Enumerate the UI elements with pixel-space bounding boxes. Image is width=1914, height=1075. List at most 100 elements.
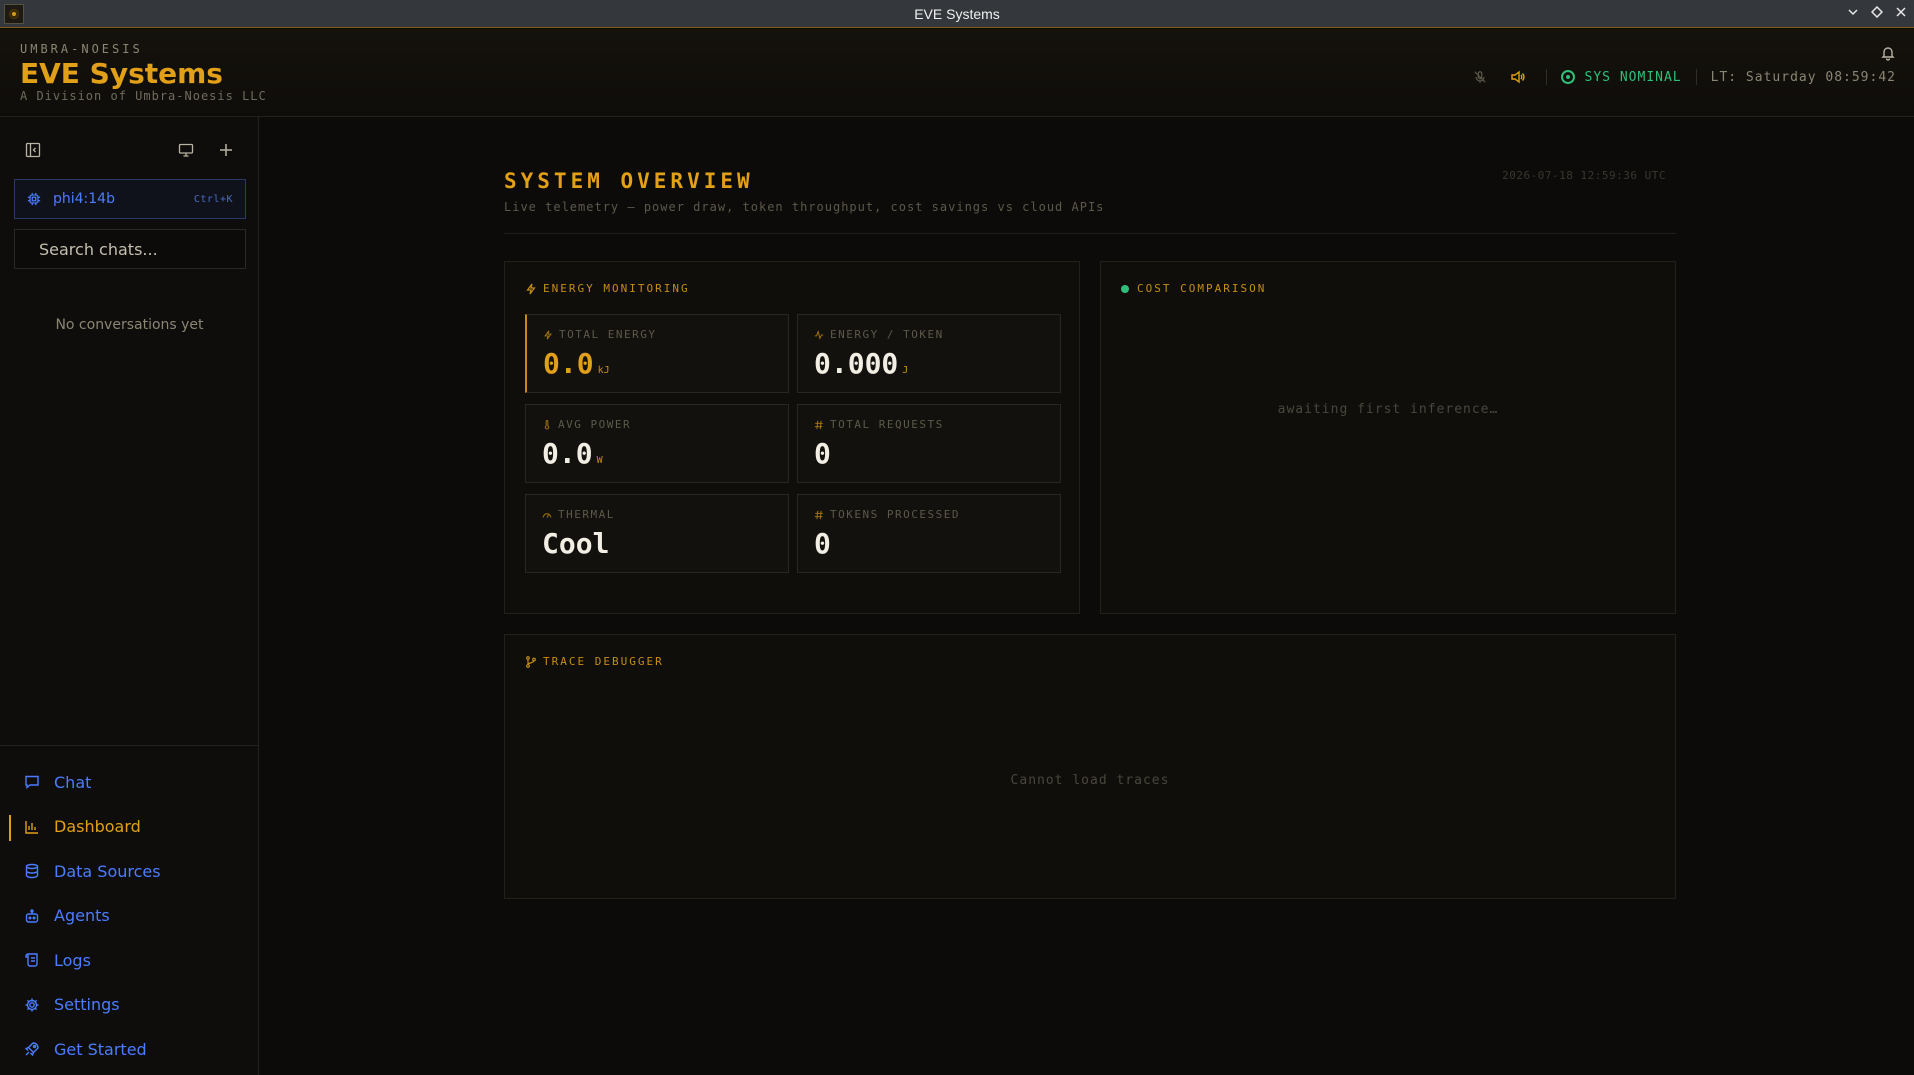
- metric-unit: kJ: [597, 365, 610, 376]
- energy-monitoring-panel: ENERGY MONITORING TOTAL ENERGY 0.0 kJ ENE…: [504, 261, 1080, 614]
- sidebar-item-label: Settings: [54, 995, 120, 1015]
- sidebar-item-label: Logs: [54, 950, 91, 970]
- scroll-icon: [24, 952, 40, 968]
- sidebar-item-label: Chat: [54, 772, 92, 792]
- metric-label-text: AVG POWER: [558, 418, 632, 431]
- metric-label: AVG POWER: [542, 418, 631, 431]
- page-subtitle: Live telemetry — power draw, token throu…: [504, 200, 1105, 214]
- metric-label-text: THERMAL: [558, 508, 615, 521]
- metric-value-text: 0: [814, 527, 831, 560]
- chip-icon: [27, 191, 43, 207]
- metric-value-text: Cool: [542, 527, 610, 560]
- lightning-icon: [543, 330, 553, 340]
- new-chat-icon[interactable]: [211, 135, 241, 165]
- metric-label: TOTAL REQUESTS: [814, 418, 944, 431]
- maximize-icon[interactable]: [1870, 5, 1884, 22]
- metric-avg-power: AVG POWER 0.0 W: [525, 404, 789, 483]
- metric-value-text: 0.0: [542, 437, 593, 470]
- sidebar: phi4:14b Ctrl+K No conversations yet Cha…: [0, 117, 259, 1075]
- metric-label-text: TOKENS PROCESSED: [830, 508, 960, 521]
- git-branch-icon: [525, 655, 537, 668]
- metric-unit: W: [596, 455, 603, 466]
- metric-value: Cool: [542, 527, 609, 560]
- window-controls: [1846, 0, 1908, 28]
- panel-title-text: COST COMPARISON: [1137, 282, 1267, 295]
- metric-label: TOTAL ENERGY: [543, 328, 656, 341]
- metric-value: 0: [814, 437, 835, 470]
- metric-value: 0.0 kJ: [543, 347, 610, 380]
- sidebar-item-agents[interactable]: Agents: [0, 894, 259, 939]
- metric-unit: J: [902, 365, 909, 376]
- sidebar-item-label: Data Sources: [54, 861, 161, 881]
- metric-label-text: TOTAL ENERGY: [559, 328, 657, 341]
- robot-icon: [24, 908, 40, 924]
- panel-title-text: TRACE DEBUGGER: [543, 655, 664, 668]
- metric-energy-per-token: ENERGY / TOKEN 0.000 J: [797, 314, 1061, 393]
- metric-thermal: THERMAL Cool: [525, 494, 789, 573]
- panel-title: COST COMPARISON: [1121, 282, 1266, 295]
- sidebar-item-chat[interactable]: Chat: [0, 760, 259, 805]
- brand-title: EVE Systems: [20, 57, 223, 90]
- brand-kicker: UMBRA-NOESIS: [20, 42, 143, 56]
- metric-label: ENERGY / TOKEN: [814, 328, 944, 341]
- brand-subtitle: A Division of Umbra-Noesis LLC: [20, 89, 267, 103]
- status-dot-icon: [1121, 284, 1129, 293]
- model-shortcut: Ctrl+K: [193, 193, 233, 205]
- page-title: SYSTEM OVERVIEW: [504, 169, 754, 193]
- panel-title: ENERGY MONITORING: [525, 282, 690, 295]
- search-input[interactable]: [14, 229, 246, 269]
- metric-value: 0.000 J: [814, 347, 908, 380]
- sidebar-item-data-sources[interactable]: Data Sources: [0, 849, 259, 894]
- hash-icon: [814, 510, 824, 520]
- minimize-icon[interactable]: [1846, 6, 1860, 22]
- metric-label-text: TOTAL REQUESTS: [830, 418, 944, 431]
- metric-value-text: 0.0: [543, 347, 594, 380]
- header-status-bar: SYS NOMINAL LT: Saturday 08:59:42: [1466, 63, 1896, 91]
- gauge-icon: [542, 510, 552, 520]
- model-selector[interactable]: phi4:14b Ctrl+K: [14, 179, 246, 219]
- divider: [504, 233, 1676, 234]
- empty-conversations-text: No conversations yet: [55, 317, 204, 333]
- panel-title: TRACE DEBUGGER: [525, 655, 664, 668]
- metric-label: THERMAL: [542, 508, 615, 521]
- lightning-icon: [525, 283, 537, 295]
- main-content: SYSTEM OVERVIEW Live telemetry — power d…: [260, 117, 1914, 1075]
- bar-chart-icon: [24, 819, 40, 835]
- thermometer-icon: [542, 419, 552, 430]
- close-icon[interactable]: [1894, 6, 1908, 22]
- app-header: UMBRA-NOESIS EVE Systems A Division of U…: [0, 29, 1914, 117]
- hash-icon: [814, 420, 824, 430]
- system-status: SYS NOMINAL: [1584, 69, 1682, 85]
- window-titlebar: EVE Systems: [0, 0, 1914, 28]
- mic-off-icon[interactable]: [1466, 63, 1494, 91]
- trace-debugger-panel: TRACE DEBUGGER Cannot load traces: [504, 634, 1676, 899]
- metric-value: 0.0 W: [542, 437, 603, 470]
- sidebar-item-get-started[interactable]: Get Started: [0, 1027, 259, 1072]
- sidebar-nav: Chat Dashboard Data Sources Agents Logs: [0, 745, 259, 1072]
- gear-icon: [24, 997, 40, 1013]
- metric-total-energy: TOTAL ENERGY 0.0 kJ: [525, 314, 789, 393]
- cost-placeholder: awaiting first inference…: [1277, 402, 1499, 417]
- header-divider: [1545, 69, 1547, 85]
- metric-tokens-processed: TOKENS PROCESSED 0: [797, 494, 1061, 573]
- metric-value-text: 0: [814, 437, 831, 470]
- cost-comparison-panel: COST COMPARISON awaiting first inference…: [1100, 261, 1676, 614]
- sidebar-item-dashboard[interactable]: Dashboard: [0, 805, 259, 850]
- sidebar-item-logs[interactable]: Logs: [0, 938, 259, 983]
- sidebar-toolbar: [0, 135, 259, 167]
- sidebar-item-label: Get Started: [54, 1039, 147, 1059]
- page-timestamp: 2026-07-18 12:59:36 UTC: [1502, 169, 1666, 182]
- metric-label-text: ENERGY / TOKEN: [830, 328, 944, 341]
- monitor-icon[interactable]: [171, 135, 201, 165]
- header-divider: [1695, 69, 1697, 85]
- app-logo-icon: [4, 4, 24, 24]
- speaker-icon[interactable]: [1504, 63, 1532, 91]
- sidebar-item-settings[interactable]: Settings: [0, 983, 259, 1028]
- bell-icon[interactable]: [1880, 45, 1898, 63]
- sidebar-item-label: Dashboard: [54, 817, 141, 837]
- model-name: phi4:14b: [53, 191, 115, 207]
- metric-total-requests: TOTAL REQUESTS 0: [797, 404, 1061, 483]
- collapse-sidebar-icon[interactable]: [18, 135, 48, 165]
- sidebar-item-label: Agents: [54, 906, 110, 926]
- metric-label: TOKENS PROCESSED: [814, 508, 960, 521]
